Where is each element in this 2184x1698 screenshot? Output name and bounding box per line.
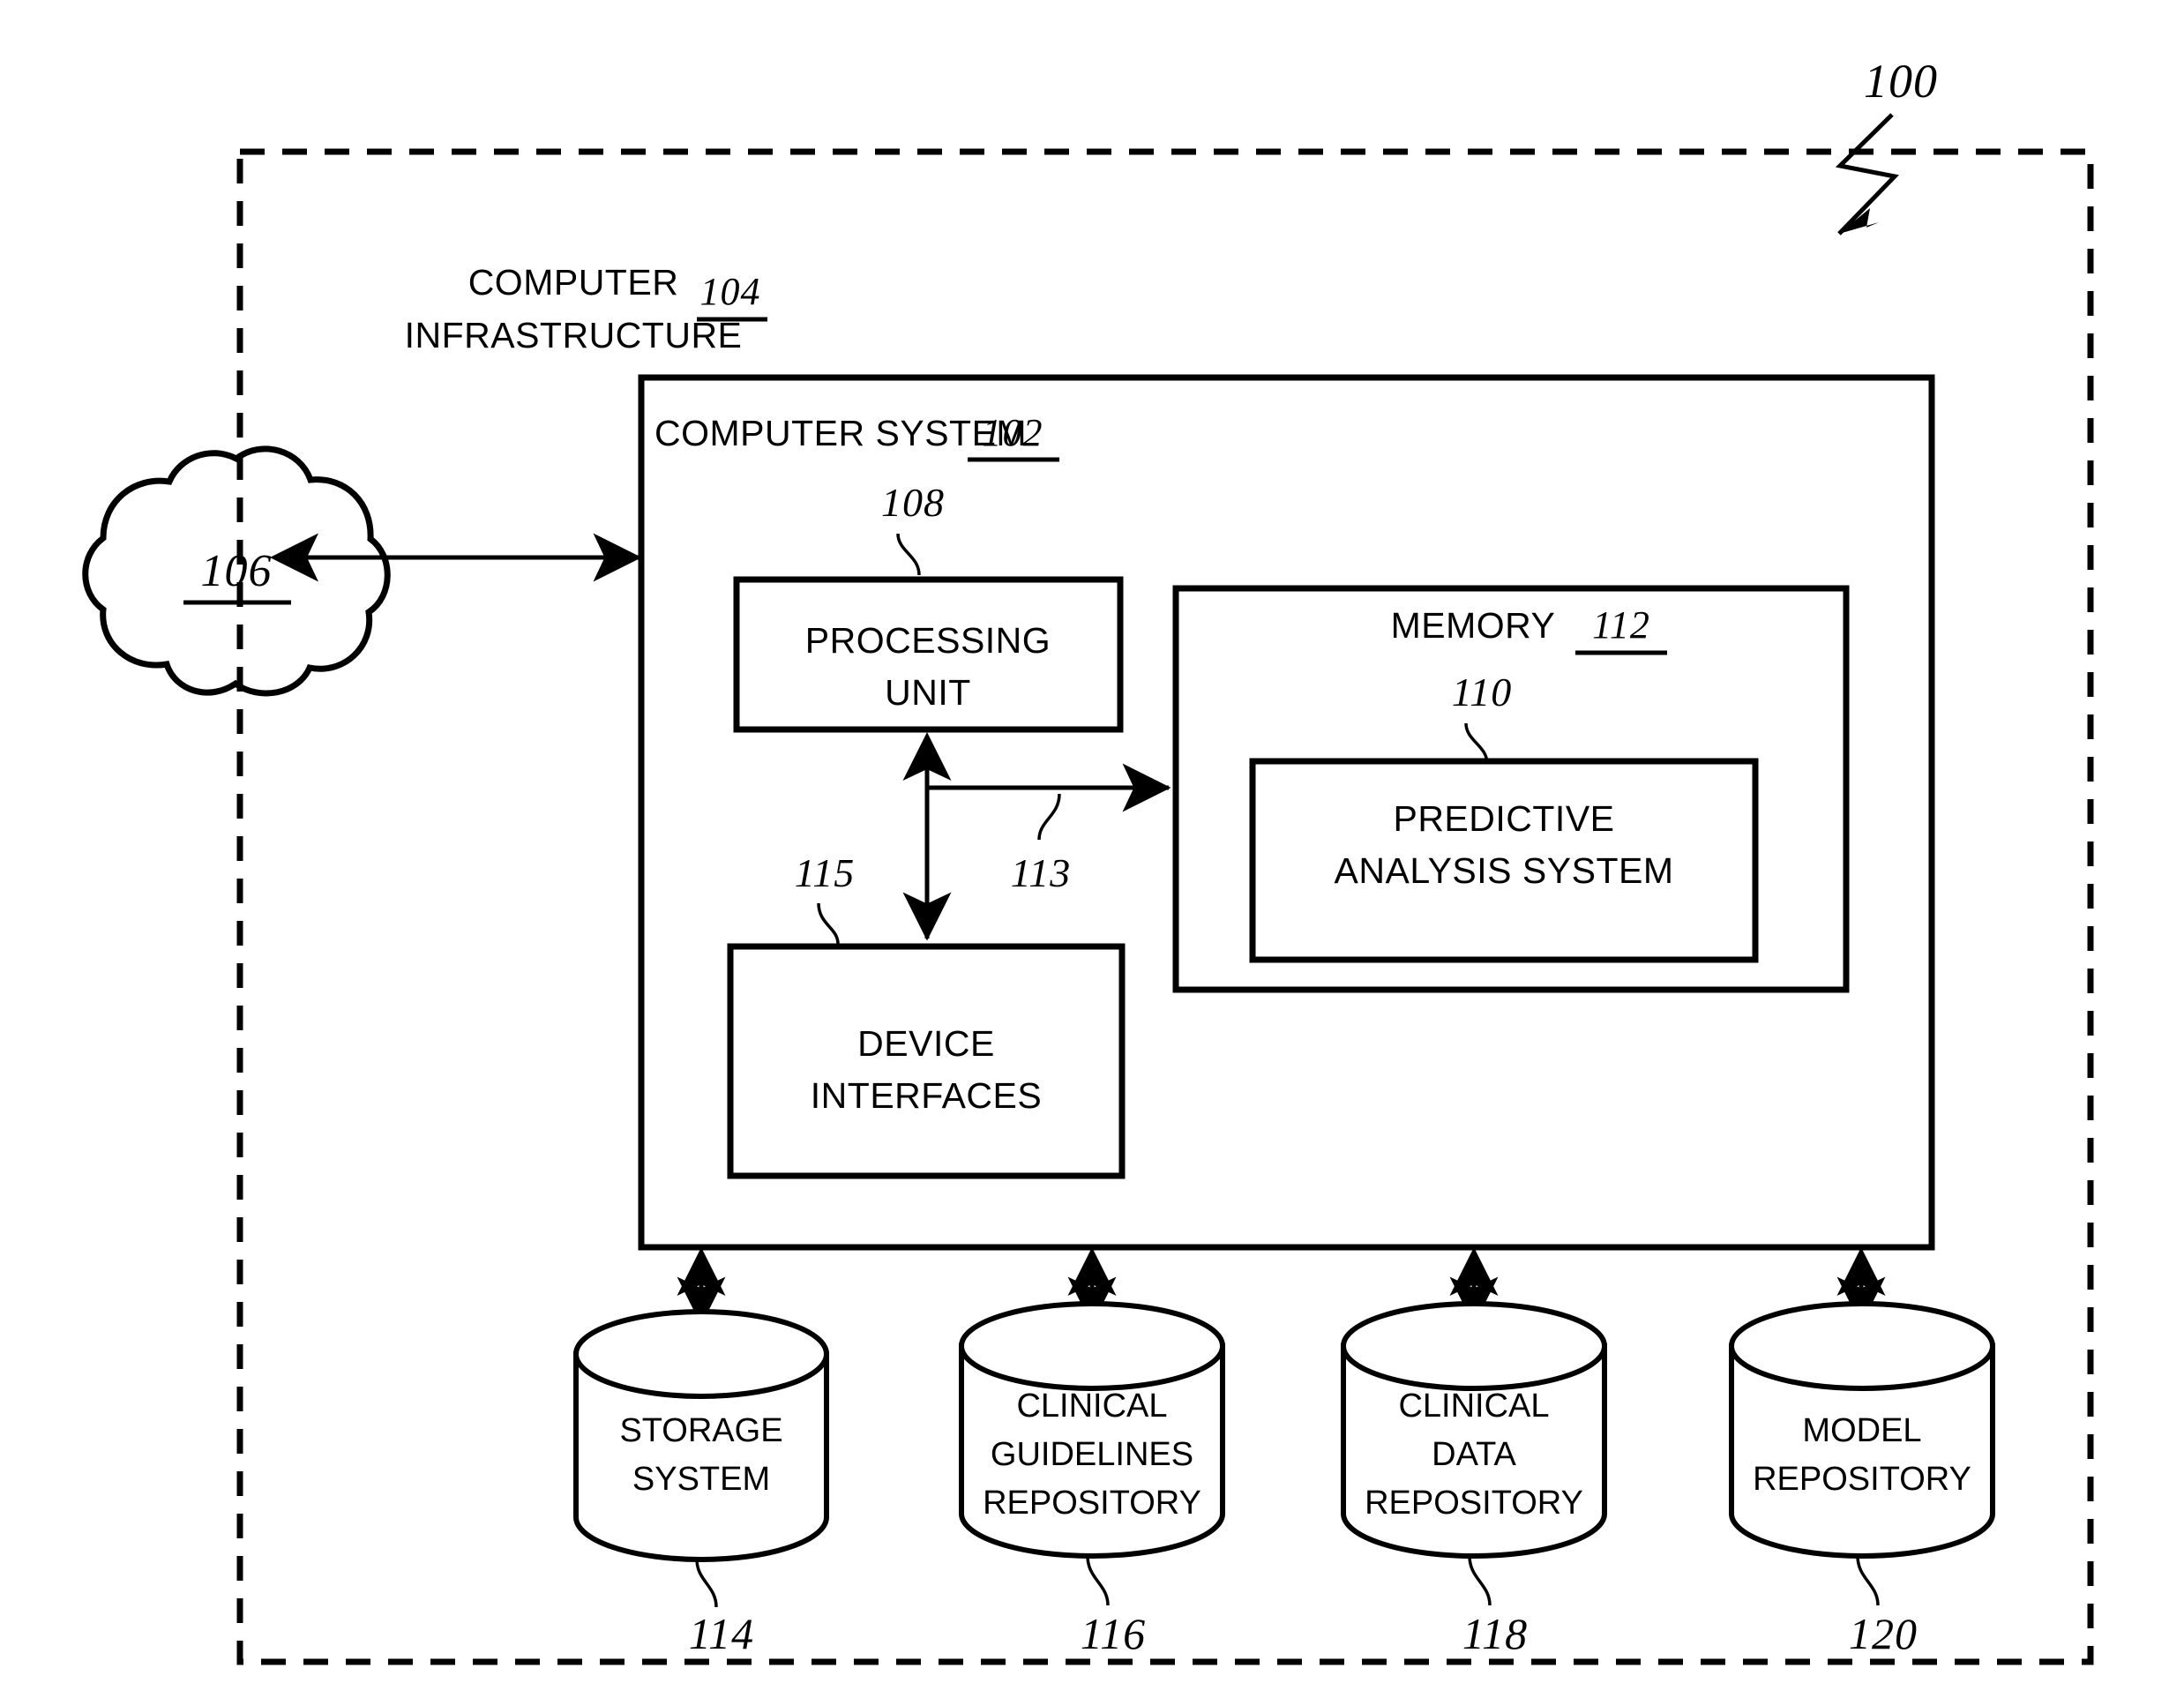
predictive-analysis-system-leader-line (1464, 722, 1489, 765)
model-repository-cylinder-top (1729, 1301, 1995, 1391)
storage-system-label-1: SYSTEM (632, 1461, 770, 1498)
figure-ref-100-label: 100 (1864, 55, 1938, 108)
storage-system-cylinder-top (573, 1309, 829, 1399)
memory-ref-112: 112 (1592, 603, 1650, 647)
computer-system-box-group: COMPUTER SYSTEM 102 (638, 374, 1935, 1251)
clinical-guidelines-label-0: CLINICAL (1016, 1388, 1167, 1425)
network-cloud-ref-106: 106 (201, 546, 273, 596)
computer-infrastructure-ref-104: 104 (700, 270, 761, 313)
repository-connectors (677, 1246, 1886, 1326)
network-cloud-group: 106 (82, 445, 642, 697)
clinical-data-ref-118: 118 (1462, 1609, 1528, 1658)
model-repository-ref-leader-line (1856, 1555, 1880, 1606)
clinical-data-cylinder-top (1341, 1301, 1607, 1391)
clinical-guidelines-label-1: GUIDELINES (991, 1436, 1193, 1473)
storage-system-label-0: STORAGE (619, 1412, 782, 1449)
memory-title: MEMORY (1391, 605, 1556, 646)
clinical-guidelines-ref-116: 116 (1081, 1609, 1146, 1658)
device-interfaces-ref-115: 115 (795, 850, 856, 895)
bus-ref-113-label: 113 (1011, 850, 1072, 895)
bus-ref-113-leader-line (1037, 793, 1061, 841)
model-repository-label-1: REPOSITORY (1753, 1461, 1971, 1498)
clinical-data-label-1: DATA (1432, 1436, 1516, 1473)
clinical-data-ref-leader-line (1468, 1555, 1492, 1606)
computer-infrastructure-title-line1: COMPUTER (468, 262, 679, 303)
clinical-guidelines-cylinder-top (959, 1301, 1225, 1391)
memory-rect (1172, 585, 1850, 993)
clinical-guidelines-ref-leader-line (1086, 1555, 1110, 1606)
clinical-guidelines-label-2: REPOSITORY (983, 1485, 1201, 1522)
predictive-analysis-system-line1: PREDICTIVE (1393, 798, 1614, 839)
clinical-data-label-0: CLINICAL (1398, 1388, 1549, 1425)
processing-unit-group: 108 PROCESSING UNIT (733, 480, 1124, 733)
predictive-analysis-system-line2: ANALYSIS SYSTEM (1335, 850, 1674, 891)
computer-system-rect (638, 374, 1935, 1251)
patent-figure: 100 COMPUTER INFRASTRUCTURE 104 106 COMP… (0, 0, 2184, 1698)
processing-unit-label-line2: UNIT (885, 672, 971, 713)
device-interfaces-leader-line (817, 902, 840, 945)
device-interfaces-label-line1: DEVICE (857, 1023, 995, 1064)
repository-clinical-guidelines: CLINICAL GUIDELINES REPOSITORY 116 (959, 1301, 1225, 1658)
processing-unit-ref-108: 108 (881, 480, 945, 525)
predictive-analysis-system-ref-110: 110 (1452, 669, 1513, 714)
repository-clinical-data: CLINICAL DATA REPOSITORY 118 (1341, 1301, 1607, 1658)
computer-system-ref-102: 102 (983, 411, 1043, 454)
computer-system-title: COMPUTER SYSTEM (654, 413, 1027, 453)
model-repository-label-0: MODEL (1802, 1412, 1921, 1449)
computer-infrastructure-title-line2: INFRASTRUCTURE (405, 315, 743, 355)
repository-storage-system: STORAGE SYSTEM 114 (573, 1309, 829, 1658)
device-interfaces-label-line2: INTERFACES (811, 1075, 1042, 1116)
repository-model: MODEL REPOSITORY 120 (1729, 1301, 1995, 1658)
memory-group: MEMORY 112 110 PREDICTIVE ANALYSIS SYSTE… (1172, 585, 1850, 993)
clinical-data-label-2: REPOSITORY (1365, 1485, 1583, 1522)
processing-unit-label-line1: PROCESSING (805, 620, 1051, 661)
storage-system-ref-114: 114 (689, 1609, 754, 1658)
system-bus-group: 113 (902, 731, 1171, 941)
model-repository-ref-120: 120 (1849, 1609, 1918, 1658)
figure-canvas: 100 COMPUTER INFRASTRUCTURE 104 106 COMP… (82, 55, 2094, 1665)
processing-unit-leader-line (896, 533, 921, 576)
storage-system-ref-leader-line (695, 1559, 718, 1608)
figure-ref-100-group: 100 (1835, 55, 1938, 236)
